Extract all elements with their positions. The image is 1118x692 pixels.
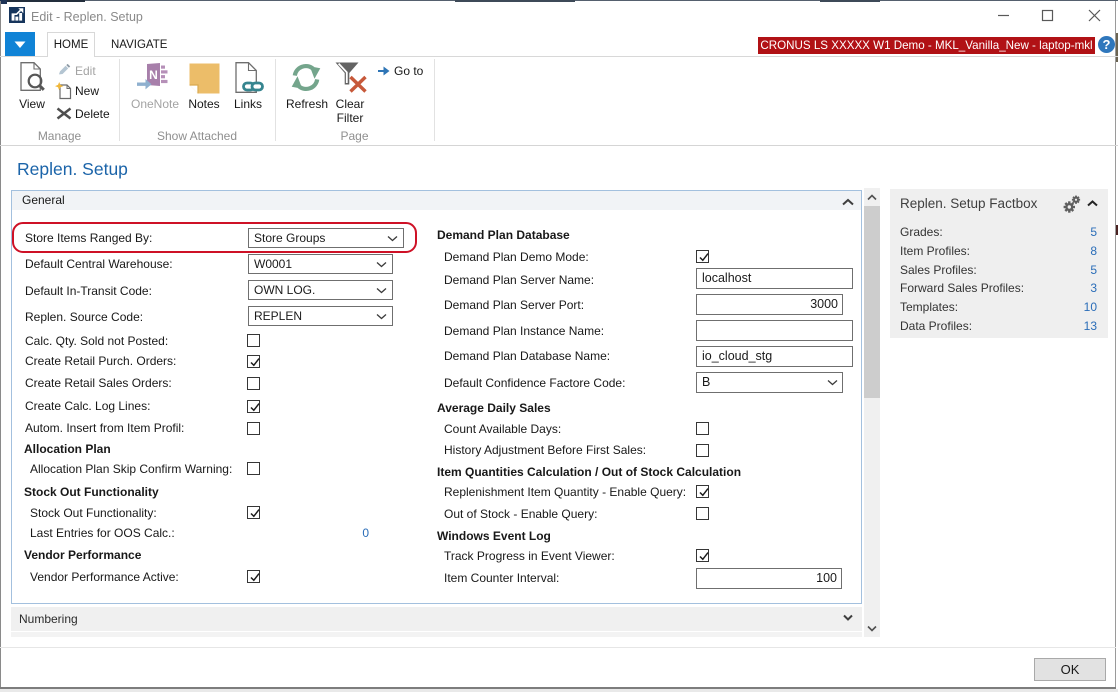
svg-text:N: N: [149, 68, 158, 82]
